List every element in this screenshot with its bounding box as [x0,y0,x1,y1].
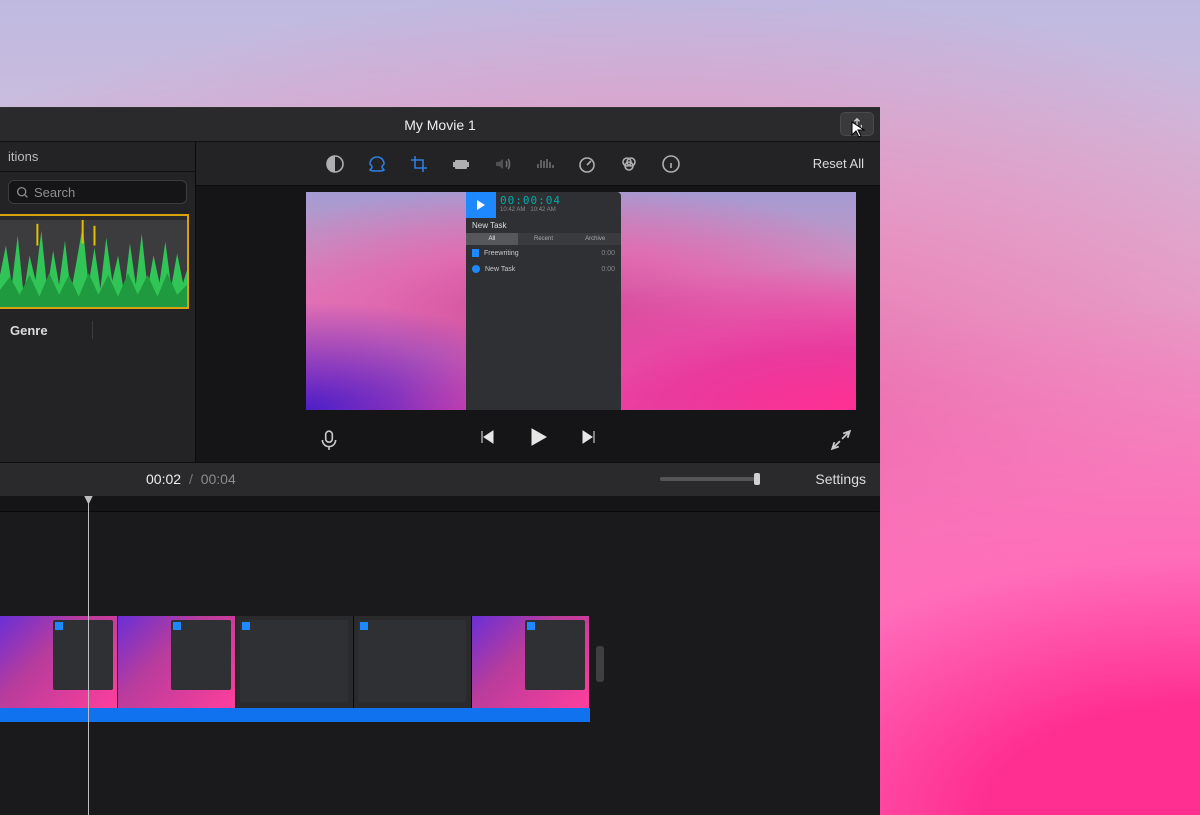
recorded-app-panel: 00:00:04 10:42 AM 10:42 AM New Task All … [466,192,621,410]
panel-play-icon [466,192,496,218]
mouse-cursor [850,120,868,138]
genre-label: Genre [10,323,48,338]
auto-enhance-icon[interactable] [323,152,347,176]
current-time: 00:02 [146,471,181,487]
voiceover-button[interactable] [318,429,340,451]
panel-new-task-label: New Task [466,218,621,233]
time-separator: / [189,471,193,487]
panel-tabs: All Recent Archive [466,233,621,245]
titlebar[interactable]: My Movie 1 [0,108,880,142]
zoom-slider[interactable] [660,472,760,486]
clip-thumbnail[interactable] [472,616,590,708]
panel-item: Freewriting 0:00 [466,245,621,261]
info-icon[interactable] [659,152,683,176]
zoom-knob[interactable] [754,473,760,485]
next-button[interactable] [580,428,598,451]
playhead[interactable] [88,496,89,815]
microphone-icon [318,429,340,451]
sidebar-tab[interactable]: itions [0,142,195,172]
volume-icon[interactable] [491,152,515,176]
clip-thumbnail[interactable] [0,616,118,708]
clip-thumbnail[interactable] [118,616,236,708]
fullscreen-icon [830,429,852,451]
search-placeholder: Search [34,185,75,200]
play-button[interactable] [526,425,550,454]
panel-item: New Task 0:00 [466,261,621,277]
audio-waveform-thumbnail[interactable] [0,214,189,309]
search-icon [16,186,29,199]
color-balance-icon[interactable] [365,152,389,176]
clip-thumbnail[interactable] [354,616,472,708]
fullscreen-button[interactable] [830,429,852,451]
stabilize-icon[interactable] [449,152,473,176]
clip-thumbnail[interactable] [236,616,354,708]
timeline[interactable] [0,496,880,815]
equalizer-icon[interactable] [533,152,557,176]
column-divider [92,321,93,339]
imovie-window: My Movie 1 itions Search [0,107,880,815]
color-filter-icon[interactable] [617,152,641,176]
sidebar-tab-label: itions [8,149,38,164]
genre-column-header[interactable]: Genre [0,309,195,351]
clip-end-handle[interactable] [596,646,604,682]
timeline-info-bar: 00:02 / 00:04 Settings [0,462,880,496]
preview-viewer[interactable]: 00:00:04 10:42 AM 10:42 AM New Task All … [306,192,856,410]
panel-timer: 00:00:04 [500,194,617,207]
crop-icon[interactable] [407,152,431,176]
timeline-ruler[interactable] [0,496,880,512]
reset-all-button[interactable]: Reset All [813,156,864,171]
search-input[interactable]: Search [8,180,187,204]
previous-button[interactable] [478,428,496,451]
total-duration: 00:04 [201,471,236,487]
preview-canvas: 00:00:04 10:42 AM 10:42 AM New Task All … [306,192,856,410]
adjustment-toolbar: Reset All [196,142,880,186]
media-sidebar: itions Search [0,142,196,462]
speed-icon[interactable] [575,152,599,176]
transport-controls [196,418,880,462]
timeline-settings-button[interactable]: Settings [815,471,866,487]
project-title: My Movie 1 [0,117,880,133]
